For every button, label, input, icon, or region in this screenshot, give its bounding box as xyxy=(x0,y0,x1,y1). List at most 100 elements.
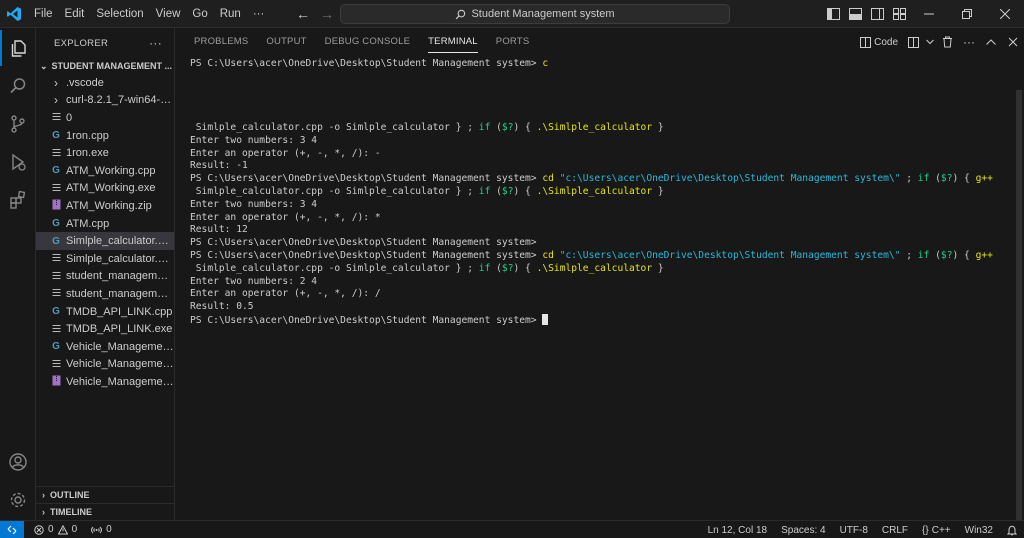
tree-item-label: Simlple_calculator.cpp xyxy=(66,235,174,248)
terminal-output[interactable]: PS C:\Users\acer\OneDrive\Desktop\Studen… xyxy=(190,58,1024,327)
menu-more[interactable]: ··· xyxy=(247,0,271,28)
menu-file[interactable]: File xyxy=(28,0,59,28)
cursor-position[interactable]: Ln 12, Col 18 xyxy=(701,525,775,536)
terminal-text: Enter two numbers: 3 4 xyxy=(190,134,318,146)
end-of-line[interactable]: CRLF xyxy=(875,525,915,536)
explorer-sidebar: EXPLORER ··· ⌄ STUDENT MANAGEMENT ... ›.… xyxy=(36,28,175,520)
language-mode[interactable]: {} C++ xyxy=(915,525,958,536)
tree-folder[interactable]: › .vscode xyxy=(36,74,174,92)
terminal-dropdown-icon[interactable] xyxy=(924,28,936,56)
minimize-button[interactable] xyxy=(910,0,948,28)
terminal-line: Enter an operator (+, -, *, /): / xyxy=(190,288,1024,301)
remote-window-icon[interactable] xyxy=(0,520,24,538)
terminal-text: cd xyxy=(542,173,554,185)
menu-view[interactable]: View xyxy=(150,0,187,28)
scrollbar-thumb[interactable] xyxy=(1016,90,1022,520)
tree-item-label: .vscode xyxy=(66,76,104,89)
platform-config[interactable]: Win32 xyxy=(958,525,1000,536)
menu-edit[interactable]: Edit xyxy=(59,0,91,28)
new-terminal-icon[interactable] xyxy=(902,28,924,56)
tab-terminal[interactable]: TERMINAL xyxy=(419,28,487,56)
outline-section[interactable]: › OUTLINE xyxy=(36,486,175,503)
terminal-text: ) { xyxy=(513,121,537,133)
tree-file[interactable]: TMDB_API_LINK.exe xyxy=(36,320,174,338)
maximize-panel-icon[interactable] xyxy=(980,28,1002,56)
notifications-bell-icon[interactable] xyxy=(1000,525,1024,536)
cpp-file-icon: G xyxy=(52,165,60,177)
menu-selection[interactable]: Selection xyxy=(90,0,149,28)
timeline-section[interactable]: › TIMELINE xyxy=(36,503,175,520)
terminal-scrollbar[interactable] xyxy=(1014,58,1024,520)
error-count: 0 xyxy=(48,524,54,535)
tree-file[interactable]: student_management.... xyxy=(36,268,174,286)
indentation-setting[interactable]: Spaces: 4 xyxy=(774,525,832,536)
menu-go[interactable]: Go xyxy=(186,0,213,28)
terminal-text: ( xyxy=(929,173,941,185)
terminal-text: Enter an operator (+, -, *, /): - xyxy=(190,147,381,159)
tab-debug-console[interactable]: DEBUG CONSOLE xyxy=(316,28,419,56)
tree-file[interactable]: 1ron.exe xyxy=(36,144,174,162)
tree-item-label: TMDB_API_LINK.cpp xyxy=(66,305,173,318)
tab-ports[interactable]: PORTS xyxy=(487,28,539,56)
account-icon[interactable] xyxy=(0,444,36,480)
tree-file[interactable]: G ATM.cpp xyxy=(36,215,174,233)
arrow-left-icon[interactable]: ← xyxy=(296,6,310,22)
tree-file[interactable]: G 1ron.cpp xyxy=(36,127,174,145)
terminal-profile-selector[interactable]: Code xyxy=(856,36,902,48)
menu-bar: File Edit Selection View Go Run ··· xyxy=(28,0,270,28)
source-control-icon[interactable] xyxy=(0,106,36,142)
more-panel-actions-icon[interactable]: ··· xyxy=(958,28,980,56)
tree-file[interactable]: ATM_Working.zip xyxy=(36,197,174,215)
tree-file[interactable]: G TMDB_API_LINK.cpp xyxy=(36,303,174,321)
menu-run[interactable]: Run xyxy=(214,0,247,28)
tree-folder[interactable]: › curl-8.2.1_7-win64-mi... xyxy=(36,92,174,110)
tree-file[interactable]: Vehicle_Management.... xyxy=(36,356,174,374)
file-lines-icon xyxy=(50,288,62,299)
file-lines-icon xyxy=(50,359,62,370)
tab-output[interactable]: OUTPUT xyxy=(257,28,315,56)
tree-file[interactable]: 0 xyxy=(36,109,174,127)
terminal-text: ( xyxy=(490,185,502,197)
tree-file[interactable]: student_management.... xyxy=(36,285,174,303)
customize-layout-icon[interactable] xyxy=(888,0,910,28)
problems-status[interactable]: 0 0 xyxy=(34,524,77,535)
terminal-text: ) { xyxy=(952,249,976,261)
tree-file[interactable]: Vehicle_Management.... xyxy=(36,373,174,391)
explorer-files-icon[interactable] xyxy=(0,30,36,66)
close-panel-icon[interactable] xyxy=(1002,28,1024,56)
terminal-text: ( xyxy=(929,249,941,261)
chevron-right-icon: › xyxy=(42,507,45,517)
tree-file[interactable]: G ATM_Working.cpp xyxy=(36,162,174,180)
more-actions-icon[interactable]: ··· xyxy=(149,36,162,50)
close-window-button[interactable] xyxy=(986,0,1024,28)
file-lines-icon xyxy=(50,148,62,159)
tree-file[interactable]: ATM_Working.exe xyxy=(36,180,174,198)
ports-status[interactable]: 0 xyxy=(91,524,112,535)
toggle-primary-sidebar-icon[interactable] xyxy=(822,0,844,28)
explorer-header: EXPLORER ··· xyxy=(36,28,174,58)
search-sidebar-icon[interactable] xyxy=(0,68,36,104)
tree-item-label: ATM.cpp xyxy=(66,217,110,230)
extensions-icon[interactable] xyxy=(0,182,36,218)
tab-problems[interactable]: PROBLEMS xyxy=(185,28,257,56)
manage-gear-icon[interactable] xyxy=(0,482,36,518)
chevron-right-icon: › xyxy=(42,490,45,500)
toggle-secondary-sidebar-icon[interactable] xyxy=(866,0,888,28)
arrow-right-icon[interactable]: → xyxy=(320,6,334,22)
cpp-file-icon: G xyxy=(52,235,60,247)
command-center-search[interactable]: Student Management system xyxy=(340,4,730,24)
status-bar: 0 0 0 Ln 12, Col 18 Spaces: 4 UTF-8 CRLF… xyxy=(0,520,1024,538)
workspace-folder-header[interactable]: ⌄ STUDENT MANAGEMENT ... xyxy=(36,58,174,74)
tree-item-label: curl-8.2.1_7-win64-mi... xyxy=(66,94,174,107)
tree-file[interactable]: G Vehicle_Management.... xyxy=(36,338,174,356)
file-encoding[interactable]: UTF-8 xyxy=(833,525,875,536)
run-debug-icon[interactable] xyxy=(0,144,36,180)
kill-terminal-icon[interactable] xyxy=(936,28,958,56)
toggle-panel-icon[interactable] xyxy=(844,0,866,28)
tree-file[interactable]: G Simlple_calculator.cpp xyxy=(36,232,174,250)
title-controls xyxy=(822,0,1024,28)
tree-file[interactable]: Simlple_calculator.exe xyxy=(36,250,174,268)
restore-button[interactable] xyxy=(948,0,986,28)
tree-item-label: Vehicle_Management.... xyxy=(66,358,174,371)
